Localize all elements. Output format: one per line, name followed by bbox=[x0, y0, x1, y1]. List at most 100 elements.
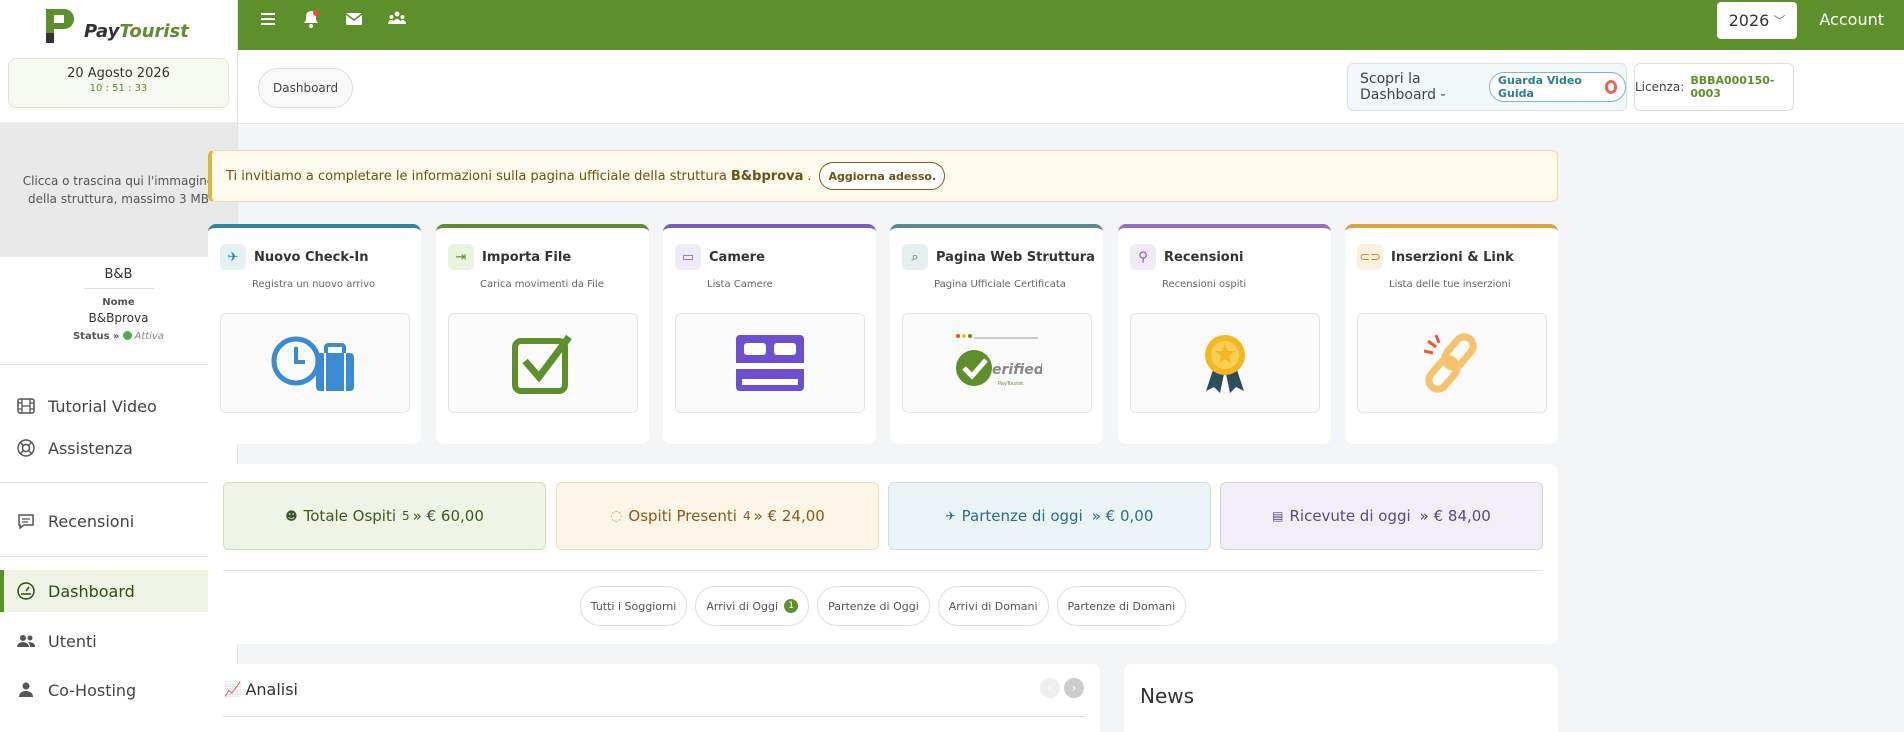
users-icon bbox=[17, 635, 35, 647]
sidebar-item-utenti[interactable]: Utenti bbox=[0, 620, 237, 662]
filter-arrivals-today[interactable]: Arrivi di Oggi 1 bbox=[695, 586, 810, 626]
card-rooms[interactable]: ▭ Camere Lista Camere bbox=[663, 224, 876, 444]
analysis-panel: 📈 Analisi ‹ › bbox=[208, 664, 1100, 732]
sidebar: PayTourist 20 Agosto 2026 10 : 51 : 33 C… bbox=[0, 0, 238, 732]
reviews-illustration bbox=[1130, 313, 1320, 413]
person-icon bbox=[19, 682, 33, 697]
group-icon[interactable] bbox=[387, 9, 407, 29]
update-now-button[interactable]: Aggiorna adesso. bbox=[819, 162, 946, 190]
stat-receipts-today[interactable]: ▤ Ricevute di oggi» € 84,00 bbox=[1220, 482, 1543, 550]
links-illustration bbox=[1357, 313, 1547, 413]
plane-arrival-icon: ✈ bbox=[220, 244, 246, 270]
watch-video-guide-button[interactable]: Guarda Video Guida bbox=[1489, 72, 1626, 102]
comment-icon bbox=[18, 514, 34, 530]
search-icon: ⌕ bbox=[902, 244, 928, 270]
card-import-file[interactable]: ⇥ Importa File Carica movimenti da File bbox=[436, 224, 649, 444]
bell-icon[interactable] bbox=[301, 9, 321, 29]
discover-dashboard: Scopri la Dashboard - Guarda Video Guida bbox=[1347, 63, 1627, 111]
refresh-icon: ◌ bbox=[610, 508, 623, 524]
property-info: B&B Nome B&Bprova Status » Attiva bbox=[0, 258, 237, 364]
rooms-illustration bbox=[675, 313, 865, 413]
year-select[interactable]: 2026 ﹀ bbox=[1717, 2, 1797, 39]
sidebar-item-label: Tutorial Video bbox=[48, 396, 157, 416]
count-badge: 1 bbox=[784, 599, 799, 613]
broken-link-icon bbox=[1423, 333, 1477, 393]
stay-filters: Tutti i Soggiorni Arrivi di Oggi 1 Parten… bbox=[208, 586, 1558, 626]
property-name-label: Nome bbox=[102, 297, 135, 308]
bed-icon: ▭ bbox=[675, 244, 701, 270]
bed-illustration-icon bbox=[736, 335, 804, 391]
sidebar-item-label: Recensioni bbox=[48, 511, 135, 531]
complete-info-alert: Ti invitiamo a completare le informazion… bbox=[208, 150, 1558, 202]
current-date: 20 Agosto 2026 bbox=[67, 66, 170, 81]
clock-luggage-icon bbox=[271, 336, 354, 391]
card-listings-links[interactable]: ⊂⊃ Inserzioni & Link Lista delle tue inse… bbox=[1345, 224, 1558, 444]
sidebar-item-label: Co-Hosting bbox=[48, 680, 137, 700]
stat-total-guests[interactable]: ☻ Totale Ospiti 5» € 60,00 bbox=[223, 482, 546, 550]
sidebar-item-assistenza[interactable]: Assistenza bbox=[0, 427, 237, 469]
property-type: B&B bbox=[83, 267, 154, 289]
smile-icon: ☻ bbox=[285, 509, 298, 523]
plane-departure-icon: ✈ bbox=[945, 509, 956, 523]
import-icon: ⇥ bbox=[448, 244, 474, 270]
discover-label: Scopri la Dashboard - bbox=[1360, 71, 1446, 103]
svg-text:PayTourist: PayTourist bbox=[998, 381, 1023, 387]
lifebuoy-icon bbox=[1604, 80, 1617, 94]
sidebar-item-recensioni[interactable]: Recensioni › bbox=[0, 500, 237, 542]
receipt-icon: ▤ bbox=[1272, 509, 1284, 523]
dashboard-icon bbox=[17, 582, 35, 600]
status-dot-icon bbox=[122, 331, 132, 340]
mail-icon[interactable] bbox=[344, 9, 364, 29]
card-reviews[interactable]: ⚲ Recensioni Recensioni ospiti bbox=[1118, 224, 1331, 444]
property-name: B&Bprova bbox=[88, 311, 149, 325]
sidebar-item-label: Utenti bbox=[48, 631, 97, 651]
hamburger-menu-icon[interactable] bbox=[258, 9, 278, 29]
account-menu[interactable]: Account bbox=[1819, 10, 1884, 29]
breadcrumb[interactable]: Dashboard bbox=[258, 68, 354, 108]
property-image-upload[interactable]: Clicca o trascina qui l'immagine della s… bbox=[0, 122, 237, 257]
film-icon bbox=[17, 398, 35, 414]
property-status: Status » Attiva bbox=[72, 331, 165, 342]
sidebar-item-tutorial-video[interactable]: Tutorial Video bbox=[0, 385, 237, 427]
license-value: BBBA000150-0003 bbox=[1690, 74, 1775, 100]
status-badge: Attiva bbox=[134, 331, 165, 342]
filter-departures-today[interactable]: Partenze di Oggi bbox=[817, 586, 930, 626]
checkin-illustration bbox=[220, 313, 410, 413]
verified-badge-icon: erified PayTourist bbox=[956, 334, 1042, 387]
stats-panel: ☻ Totale Ospiti 5» € 60,00 ◌ Ospiti Present… bbox=[208, 464, 1558, 644]
alert-property-name: B&bprova bbox=[730, 168, 804, 184]
sidebar-item-dashboard[interactable]: Dashboard bbox=[0, 570, 236, 612]
sidebar-item-label: Dashboard bbox=[48, 581, 135, 601]
link-icon: ⊂⊃ bbox=[1357, 244, 1383, 270]
alert-text: Ti invitiamo a completare le informazion… bbox=[226, 168, 727, 184]
lifebuoy-icon bbox=[17, 439, 35, 457]
card-new-check-in[interactable]: ✈ Nuovo Check-In Registra un nuovo arrivo bbox=[208, 224, 421, 444]
card-web-page[interactable]: ⌕ Pagina Web Struttura Pagina Ufficiale C… bbox=[890, 224, 1103, 444]
sidebar-item-label: Assistenza bbox=[48, 438, 133, 458]
chevron-right-icon[interactable]: › bbox=[1064, 678, 1084, 698]
logo[interactable]: PayTourist bbox=[0, 0, 237, 50]
news-panel: News bbox=[1124, 664, 1558, 732]
paytourist-logo-icon bbox=[46, 9, 74, 43]
filter-all-stays[interactable]: Tutti i Soggiorni bbox=[579, 586, 688, 626]
chart-icon: 📈 bbox=[224, 681, 242, 698]
header-bar: Dashboard Scopri la Dashboard - Guarda V… bbox=[238, 50, 1904, 124]
filter-arrivals-tomorrow[interactable]: Arrivi di Domani bbox=[937, 586, 1049, 626]
checkbox-check-icon bbox=[512, 334, 572, 394]
chevron-down-icon: ﹀ bbox=[1773, 14, 1786, 28]
license-box: Licenza: BBBA000150-0003 bbox=[1634, 63, 1794, 111]
stat-present-guests[interactable]: ◌ Ospiti Presenti 4» € 24,00 bbox=[556, 482, 879, 550]
sidebar-item-co-hosting[interactable]: Co-Hosting › bbox=[0, 669, 237, 711]
brand-name: PayTourist bbox=[84, 20, 189, 42]
upload-hint: Clicca o trascina qui l'immagine della s… bbox=[22, 173, 215, 206]
stat-departures-today[interactable]: ✈ Partenze di oggi» € 0,00 bbox=[888, 482, 1211, 550]
top-bar: 2026 ﹀ Account bbox=[238, 0, 1904, 50]
current-time: 10 : 51 : 33 bbox=[89, 83, 148, 94]
clock-box: 20 Agosto 2026 10 : 51 : 33 bbox=[8, 58, 229, 108]
import-illustration bbox=[448, 313, 638, 413]
award-badge-icon bbox=[1205, 335, 1245, 393]
analysis-title: Analisi bbox=[245, 680, 298, 699]
medal-icon: ⚲ bbox=[1130, 244, 1156, 270]
chevron-left-icon[interactable]: ‹ bbox=[1040, 678, 1060, 698]
filter-departures-tomorrow[interactable]: Partenze di Domani bbox=[1056, 586, 1187, 626]
